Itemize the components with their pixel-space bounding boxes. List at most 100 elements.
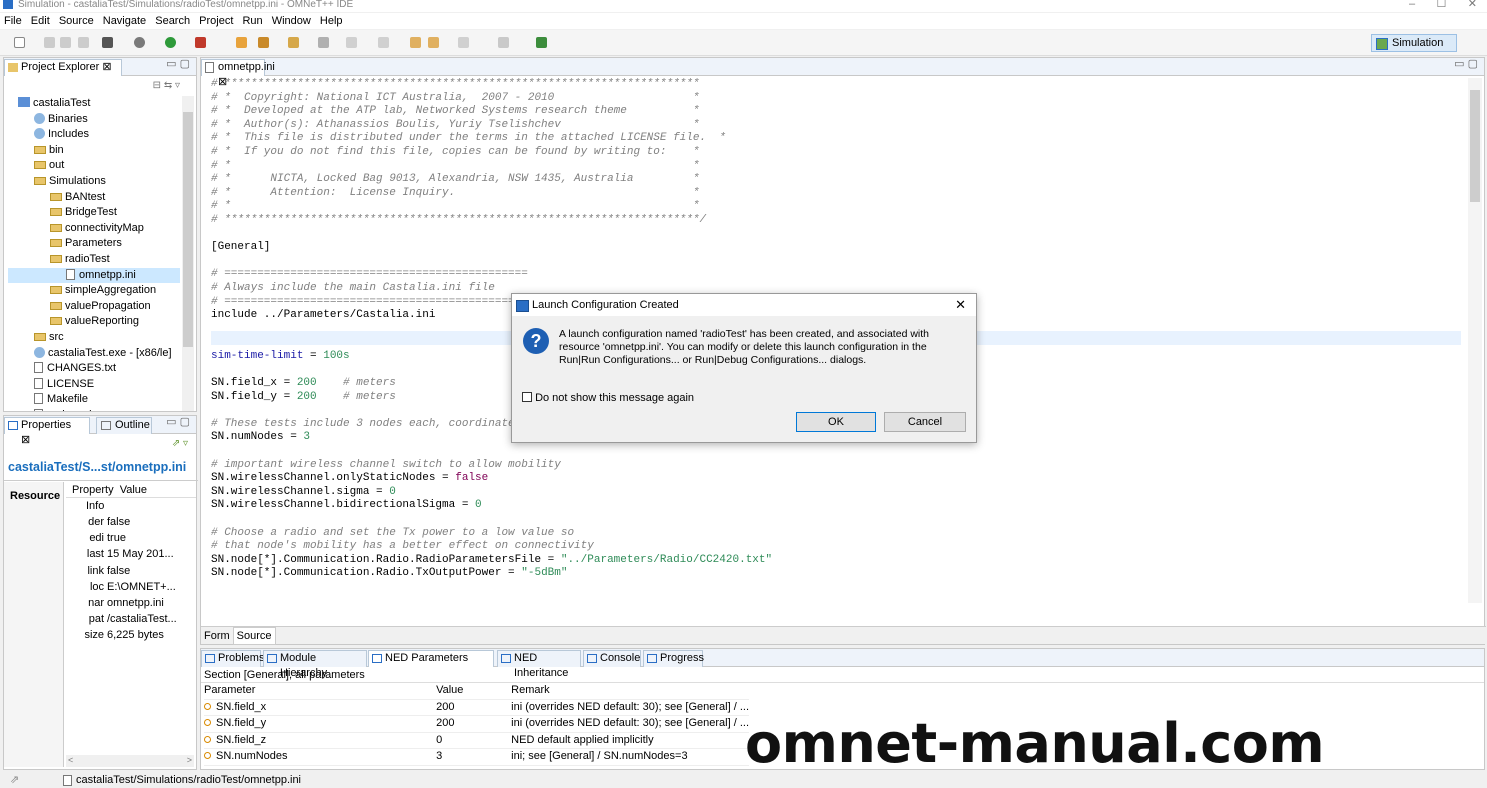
tree-item[interactable]: LICENSE: [8, 377, 180, 393]
tree-item[interactable]: out: [8, 158, 180, 174]
properties-grid: Property Value Info der false edi true last 1…: [66, 482, 196, 767]
table-row[interactable]: SN.field_x 200 ini (overrides NED default:…: [204, 699, 749, 717]
editor-scroll-thumb[interactable]: [1470, 90, 1480, 202]
tree-item[interactable]: valuePropagation: [8, 299, 180, 315]
editor-vscroll[interactable]: [1468, 78, 1482, 603]
tree-item[interactable]: BridgeTest: [8, 205, 180, 221]
tree-item-label: radioTest: [65, 252, 110, 265]
tree-scrollbar[interactable]: [182, 96, 194, 411]
table-row[interactable]: SN.field_z 0 NED default applied implicitl…: [204, 732, 749, 750]
console-tab[interactable]: Console: [583, 650, 641, 667]
menu-help[interactable]: Help: [320, 13, 343, 29]
menu-project[interactable]: Project: [199, 13, 233, 29]
open-type-icon[interactable]: [236, 37, 247, 48]
tree-item[interactable]: Includes: [8, 127, 180, 143]
project-explorer-tab[interactable]: Project Explorer ⊠: [4, 59, 122, 76]
maximize-button[interactable]: ☐: [1437, 0, 1447, 10]
prev-annotation-icon[interactable]: [378, 37, 389, 48]
close-window-button[interactable]: ✕: [1468, 0, 1477, 10]
problems-tab[interactable]: Problems: [201, 650, 264, 667]
save-icon[interactable]: [44, 37, 55, 48]
toggle-icon[interactable]: [318, 37, 329, 48]
menu-search[interactable]: Search: [155, 13, 190, 29]
forward-icon[interactable]: [458, 37, 469, 48]
open-folder-icon[interactable]: [288, 37, 299, 48]
tree-item[interactable]: castaliaTest: [8, 96, 180, 112]
dont-show-checkbox-row[interactable]: Do not show this message again: [522, 392, 694, 404]
dialog-close-icon[interactable]: ✕: [955, 294, 966, 316]
profile-icon[interactable]: [195, 37, 206, 48]
tree-item[interactable]: radioTest: [8, 252, 180, 268]
ok-button[interactable]: OK: [796, 412, 876, 432]
property-row[interactable]: der false: [66, 514, 196, 530]
last-edit-icon[interactable]: [410, 37, 421, 48]
new-icon[interactable]: [14, 37, 25, 48]
progress-tab[interactable]: Progress: [643, 650, 704, 667]
extra-icon[interactable]: [536, 37, 547, 48]
source-tab[interactable]: Source: [232, 627, 276, 645]
tree-item[interactable]: makemake: [8, 408, 180, 411]
property-row[interactable]: loc E:\OMNET+...: [66, 579, 196, 595]
window-controls[interactable]: – ☐ ✕: [1409, 0, 1477, 10]
tree-scroll-thumb[interactable]: [183, 112, 193, 347]
editor-tab-omnetpp[interactable]: omnetpp.ini ⊠: [201, 59, 275, 88]
collapse-link-icon[interactable]: ⊟ ⇆ ▿: [153, 80, 180, 91]
menu-window[interactable]: Window: [272, 13, 311, 29]
tree-item[interactable]: Binaries: [8, 112, 180, 128]
tree-item[interactable]: bin: [8, 143, 180, 159]
property-row[interactable]: link false: [66, 563, 196, 579]
resource-side-tab[interactable]: Resource: [10, 490, 63, 502]
menu-run[interactable]: Run: [242, 13, 262, 29]
perspective-simulation-button[interactable]: Simulation: [1371, 34, 1457, 52]
tree-item[interactable]: connectivityMap: [8, 221, 180, 237]
tree-item[interactable]: valueReporting: [8, 314, 180, 330]
menu-navigate[interactable]: Navigate: [103, 13, 146, 29]
form-tab[interactable]: Form: [201, 628, 233, 644]
property-row[interactable]: nar omnetpp.ini: [66, 595, 196, 611]
minimize-maximize-icon[interactable]: ▭ ▢: [166, 56, 190, 73]
property-row[interactable]: pat/castaliaTest...: [66, 611, 196, 627]
tree-item[interactable]: Makefile: [8, 392, 180, 408]
table-row[interactable]: SN.numNodes 3 ini; see [General] / SN.numN…: [204, 748, 749, 766]
back-icon[interactable]: [428, 37, 439, 48]
run-icon[interactable]: [165, 37, 176, 48]
tree-item[interactable]: BANtest: [8, 190, 180, 206]
properties-tab[interactable]: Properties ⊠: [4, 417, 90, 446]
editor-minmax-icon[interactable]: ▭ ▢: [1454, 56, 1478, 73]
tree-item[interactable]: castaliaTest.exe - [x86/le]: [8, 346, 180, 362]
ned-inheritance-tab[interactable]: NED Inheritance: [497, 650, 581, 679]
search-icon[interactable]: [258, 37, 269, 48]
module-hierarchy-tab[interactable]: Module Hierarchy: [263, 650, 367, 679]
menu-edit[interactable]: Edit: [31, 13, 50, 29]
cancel-button[interactable]: Cancel: [884, 412, 966, 432]
properties-hscroll[interactable]: < >: [66, 755, 194, 767]
project-icon: [18, 97, 30, 107]
tree-item[interactable]: src: [8, 330, 180, 346]
pin-properties-icon[interactable]: ⇗ ▿: [172, 438, 188, 449]
tree-item[interactable]: Parameters: [8, 236, 180, 252]
property-row[interactable]: edi true: [66, 530, 196, 546]
window-title-bar: Simulation - castaliaTest/Simulations/ra…: [0, 0, 1487, 12]
properties-minmax-icon[interactable]: ▭ ▢: [166, 414, 190, 431]
print-icon[interactable]: [78, 37, 89, 48]
next-annotation-icon[interactable]: [346, 37, 357, 48]
save-all-icon[interactable]: [60, 37, 71, 48]
table-row[interactable]: SN.field_y 200 ini (overrides NED default:…: [204, 715, 749, 733]
tree-item[interactable]: omnetpp.ini: [8, 267, 180, 284]
menu-file[interactable]: File: [4, 13, 22, 29]
folder-icon: [50, 239, 62, 248]
debug-icon[interactable]: [134, 37, 145, 48]
outline-tab[interactable]: Outline: [96, 417, 152, 434]
property-row[interactable]: last 15 May 201...: [66, 546, 196, 562]
tree-item[interactable]: CHANGES.txt: [8, 361, 180, 377]
tree-item[interactable]: Simulations: [8, 174, 180, 190]
ned-parameters-tab[interactable]: NED Parameters: [368, 650, 494, 667]
build-icon[interactable]: [102, 37, 113, 48]
minimize-button[interactable]: –: [1409, 0, 1415, 10]
menu-bar: File Edit Source Navigate Search Project…: [0, 13, 1487, 29]
tree-item[interactable]: simpleAggregation: [8, 283, 180, 299]
menu-source[interactable]: Source: [59, 13, 94, 29]
pin-icon[interactable]: [498, 37, 509, 48]
property-row[interactable]: size 6,225 bytes: [66, 627, 196, 643]
dont-show-checkbox[interactable]: [522, 392, 532, 402]
